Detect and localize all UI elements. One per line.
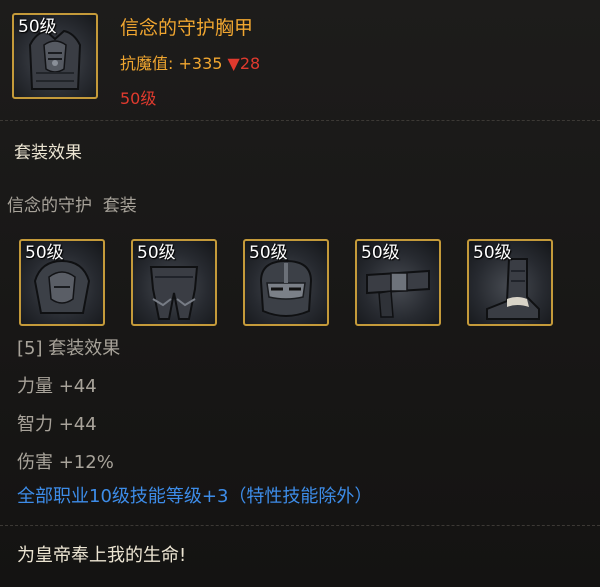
set-bonus-strength: 力量 +44 [17, 376, 97, 397]
set-effect-title: 套装效果 [14, 143, 82, 163]
piece-level-badge: 50级 [137, 243, 176, 263]
piece-level-badge: 50级 [473, 243, 512, 263]
item-name: 信念的守护胸甲 [120, 17, 254, 39]
flavor-text: 为皇帝奉上我的生命! [17, 545, 187, 566]
piece-level-badge: 50级 [249, 243, 288, 263]
divider [0, 525, 600, 526]
set-name: 信念的守护 套装 [7, 196, 137, 216]
piece-level-badge: 50级 [25, 243, 64, 263]
set-bonus-skill-level: 全部职业10级技能等级+3（特性技能除外） [17, 486, 373, 507]
tooltip-header: 50级 信念的守护胸甲 抗魔值: +335 ▼28 50级 [0, 0, 600, 118]
item-tooltip: 50级 信念的守护胸甲 抗魔值: +335 ▼28 50级 套装效果 信念的守护… [0, 0, 600, 587]
stat-separator: : [168, 54, 179, 73]
stat-value: +335 [178, 54, 223, 73]
set-piece-3[interactable]: 50级 [243, 239, 329, 326]
set-piece-2[interactable]: 50级 [131, 239, 217, 326]
set-piece-5[interactable]: 50级 [467, 239, 553, 326]
set-bonus-damage: 伤害 +12% [17, 452, 114, 473]
set-pieces-row: 50级 50级 50级 50级 50级 [0, 239, 600, 329]
divider [0, 120, 600, 121]
stat-label: 抗魔值 [120, 54, 169, 73]
set-piece-1[interactable]: 50级 [19, 239, 105, 326]
set-bonus-intelligence: 智力 +44 [17, 414, 97, 435]
piece-level-badge: 50级 [361, 243, 400, 263]
item-level-badge: 50级 [18, 17, 57, 37]
set-bonus-header: [5] 套装效果 [17, 338, 121, 359]
item-icon-slot[interactable]: 50级 [12, 13, 98, 99]
required-level: 50级 [120, 89, 157, 108]
stat-diff: ▼28 [227, 54, 261, 73]
magic-defense-stat: 抗魔值: +335 ▼28 [120, 54, 260, 74]
set-piece-4[interactable]: 50级 [355, 239, 441, 326]
